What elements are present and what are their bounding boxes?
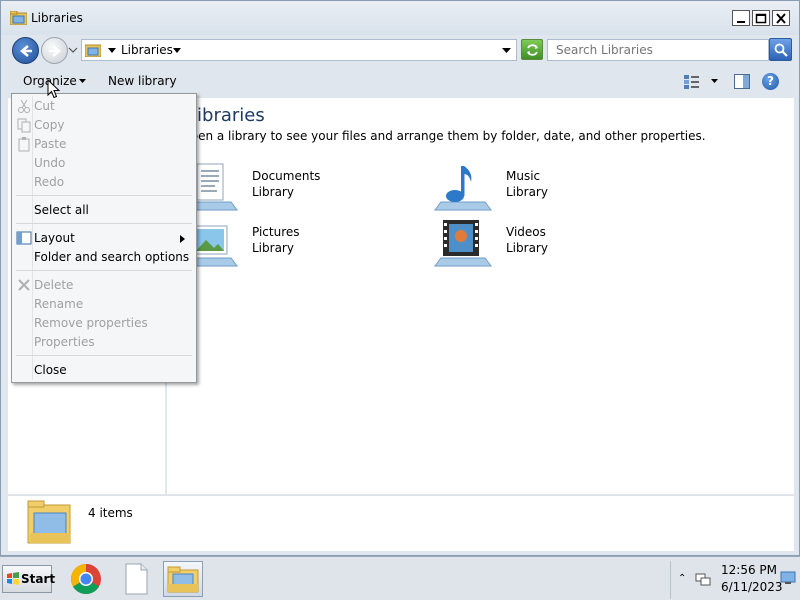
address-box[interactable]: Libraries bbox=[81, 39, 517, 61]
forward-button[interactable] bbox=[41, 37, 68, 64]
search-icon bbox=[774, 43, 788, 57]
menu-separator bbox=[16, 195, 192, 196]
breadcrumb-arrow-icon[interactable] bbox=[173, 48, 181, 54]
refresh-button[interactable] bbox=[521, 39, 543, 60]
page-title: Libraries bbox=[187, 105, 265, 126]
windows-logo-icon bbox=[7, 572, 19, 585]
system-tray: ⌃ 12:56 PM 6/11/2023 bbox=[670, 561, 800, 599]
delete-icon bbox=[18, 279, 30, 291]
library-kind: Library bbox=[506, 241, 548, 255]
library-name: Videos bbox=[506, 225, 546, 239]
page-subtitle: Open a library to see your files and arr… bbox=[181, 129, 706, 143]
organize-menu: Cut Copy Paste Undo Redo Select all Layo… bbox=[11, 93, 197, 383]
close-window-button[interactable] bbox=[772, 10, 790, 26]
search-button[interactable] bbox=[769, 38, 792, 61]
taskbar-blank-document[interactable] bbox=[116, 561, 156, 597]
copy-icon bbox=[17, 118, 31, 133]
document-icon bbox=[125, 563, 148, 595]
menu-item-close[interactable]: Close bbox=[34, 363, 67, 377]
menu-item-paste[interactable]: Paste bbox=[34, 137, 66, 151]
chrome-icon bbox=[70, 564, 101, 595]
network-icon[interactable] bbox=[695, 573, 711, 587]
menu-item-remove-properties[interactable]: Remove properties bbox=[34, 316, 148, 330]
preview-pane-icon bbox=[743, 75, 749, 88]
library-kind: Library bbox=[506, 185, 548, 199]
menu-separator bbox=[16, 270, 192, 271]
library-name: Documents bbox=[252, 169, 321, 183]
menu-item-properties[interactable]: Properties bbox=[34, 335, 95, 349]
breadcrumb-arrow-icon[interactable] bbox=[108, 48, 116, 54]
maximize-icon bbox=[755, 13, 767, 24]
refresh-icon bbox=[527, 44, 538, 56]
menu-item-layout[interactable]: Layout bbox=[34, 231, 75, 245]
arrow-left-icon bbox=[20, 45, 32, 57]
menu-item-undo[interactable]: Undo bbox=[34, 156, 65, 170]
recent-pages-chevron-icon[interactable] bbox=[68, 45, 78, 55]
preview-pane-button[interactable] bbox=[734, 74, 750, 89]
library-item-music[interactable]: Music Library bbox=[433, 162, 633, 214]
menu-item-select-all[interactable]: Select all bbox=[34, 203, 89, 217]
menu-separator bbox=[16, 355, 192, 356]
breadcrumb-libraries[interactable]: Libraries bbox=[121, 43, 173, 57]
libraries-folder-icon bbox=[85, 44, 101, 57]
paste-icon bbox=[18, 137, 30, 152]
window-title: Libraries bbox=[31, 11, 83, 25]
file-list-pane: Libraries Open a library to see your fil… bbox=[167, 98, 794, 494]
views-dropdown-chevron-icon[interactable] bbox=[711, 79, 718, 84]
search-input[interactable] bbox=[548, 40, 768, 60]
menu-item-copy[interactable]: Copy bbox=[34, 118, 64, 132]
start-label: Start bbox=[21, 572, 56, 586]
menu-item-cut[interactable]: Cut bbox=[34, 99, 55, 113]
clock-time[interactable]: 12:56 PM bbox=[721, 563, 777, 577]
help-icon[interactable]: ? bbox=[762, 73, 779, 90]
library-item-documents[interactable]: Documents Library bbox=[179, 162, 379, 214]
menu-separator bbox=[16, 223, 192, 224]
mouse-pointer-icon bbox=[47, 79, 60, 99]
music-library-icon bbox=[434, 166, 492, 211]
scissors-icon bbox=[18, 99, 30, 113]
search-box[interactable] bbox=[547, 39, 769, 61]
library-kind: Library bbox=[252, 241, 294, 255]
new-library-button[interactable]: New library bbox=[108, 74, 177, 88]
menu-item-delete[interactable]: Delete bbox=[34, 278, 73, 292]
menu-gutter bbox=[32, 96, 33, 380]
submenu-arrow-icon bbox=[180, 235, 185, 243]
menu-item-rename[interactable]: Rename bbox=[34, 297, 83, 311]
library-item-pictures[interactable]: Pictures Library bbox=[179, 218, 379, 270]
libraries-folder-icon bbox=[10, 11, 27, 25]
menu-item-redo[interactable]: Redo bbox=[34, 175, 64, 189]
title-bar[interactable]: Libraries bbox=[1, 1, 799, 35]
library-name: Pictures bbox=[252, 225, 300, 239]
libraries-folder-icon bbox=[27, 500, 71, 544]
taskbar-windows-explorer[interactable] bbox=[163, 561, 203, 597]
start-button[interactable]: Start bbox=[2, 565, 56, 593]
taskbar: Start ⌃ 12:56 PM 6/11/2023 bbox=[0, 556, 800, 600]
menu-item-folder-search-options[interactable]: Folder and search options bbox=[34, 250, 189, 264]
change-view-icon[interactable] bbox=[683, 74, 701, 90]
command-bar: Organize New library ? bbox=[1, 68, 799, 96]
clock-date[interactable]: 6/11/2023 bbox=[721, 580, 783, 594]
maximize-button[interactable] bbox=[752, 10, 770, 26]
item-count: 4 items bbox=[88, 506, 133, 520]
layout-icon bbox=[16, 231, 32, 245]
minimize-icon bbox=[737, 21, 745, 23]
show-desktop-icon[interactable] bbox=[780, 570, 796, 586]
videos-library-icon bbox=[434, 220, 492, 267]
minimize-button[interactable] bbox=[732, 10, 750, 26]
address-bar-row: Libraries bbox=[1, 35, 799, 65]
details-pane: 4 items bbox=[8, 495, 794, 551]
chevron-down-icon[interactable] bbox=[79, 79, 86, 84]
library-item-videos[interactable]: Videos Library bbox=[433, 218, 633, 270]
close-icon bbox=[776, 13, 786, 24]
arrow-right-icon bbox=[49, 45, 61, 57]
back-button[interactable] bbox=[12, 37, 39, 64]
taskbar-chrome[interactable] bbox=[66, 561, 106, 597]
folder-icon bbox=[167, 566, 199, 593]
library-name: Music bbox=[506, 169, 541, 183]
show-hidden-icons-icon[interactable]: ⌃ bbox=[678, 573, 686, 584]
address-history-dropdown-icon[interactable] bbox=[502, 48, 511, 54]
library-kind: Library bbox=[252, 185, 294, 199]
